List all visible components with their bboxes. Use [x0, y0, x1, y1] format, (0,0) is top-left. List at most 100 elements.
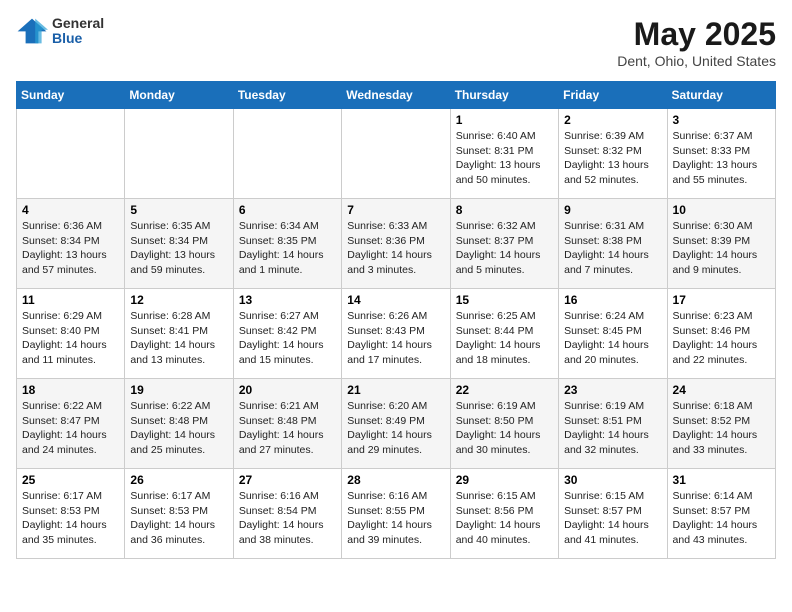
day-number: 20: [239, 383, 336, 397]
day-info: Sunrise: 6:19 AM Sunset: 8:50 PM Dayligh…: [456, 399, 553, 458]
day-info: Sunrise: 6:18 AM Sunset: 8:52 PM Dayligh…: [673, 399, 770, 458]
day-info: Sunrise: 6:21 AM Sunset: 8:48 PM Dayligh…: [239, 399, 336, 458]
day-number: 2: [564, 113, 661, 127]
day-cell: [17, 109, 125, 199]
day-info: Sunrise: 6:31 AM Sunset: 8:38 PM Dayligh…: [564, 219, 661, 278]
day-number: 10: [673, 203, 770, 217]
day-cell: [233, 109, 341, 199]
day-cell: 4 Sunrise: 6:36 AM Sunset: 8:34 PM Daylig…: [17, 199, 125, 289]
header-sunday: Sunday: [17, 82, 125, 109]
day-number: 23: [564, 383, 661, 397]
day-cell: 31 Sunrise: 6:14 AM Sunset: 8:57 PM Dayli…: [667, 469, 775, 559]
day-number: 17: [673, 293, 770, 307]
day-info: Sunrise: 6:17 AM Sunset: 8:53 PM Dayligh…: [22, 489, 119, 548]
day-info: Sunrise: 6:37 AM Sunset: 8:33 PM Dayligh…: [673, 129, 770, 188]
logo-icon: [16, 17, 48, 45]
day-info: Sunrise: 6:25 AM Sunset: 8:44 PM Dayligh…: [456, 309, 553, 368]
logo-blue-text: Blue: [52, 31, 104, 46]
day-info: Sunrise: 6:30 AM Sunset: 8:39 PM Dayligh…: [673, 219, 770, 278]
day-cell: 10 Sunrise: 6:30 AM Sunset: 8:39 PM Dayli…: [667, 199, 775, 289]
day-cell: 24 Sunrise: 6:18 AM Sunset: 8:52 PM Dayli…: [667, 379, 775, 469]
day-info: Sunrise: 6:19 AM Sunset: 8:51 PM Dayligh…: [564, 399, 661, 458]
day-info: Sunrise: 6:14 AM Sunset: 8:57 PM Dayligh…: [673, 489, 770, 548]
day-cell: [125, 109, 233, 199]
day-info: Sunrise: 6:36 AM Sunset: 8:34 PM Dayligh…: [22, 219, 119, 278]
header-saturday: Saturday: [667, 82, 775, 109]
day-cell: 13 Sunrise: 6:27 AM Sunset: 8:42 PM Dayli…: [233, 289, 341, 379]
day-info: Sunrise: 6:15 AM Sunset: 8:56 PM Dayligh…: [456, 489, 553, 548]
day-number: 7: [347, 203, 444, 217]
week-row-2: 4 Sunrise: 6:36 AM Sunset: 8:34 PM Daylig…: [17, 199, 776, 289]
day-number: 18: [22, 383, 119, 397]
day-info: Sunrise: 6:40 AM Sunset: 8:31 PM Dayligh…: [456, 129, 553, 188]
day-info: Sunrise: 6:16 AM Sunset: 8:54 PM Dayligh…: [239, 489, 336, 548]
week-row-3: 11 Sunrise: 6:29 AM Sunset: 8:40 PM Dayli…: [17, 289, 776, 379]
day-cell: [342, 109, 450, 199]
day-number: 8: [456, 203, 553, 217]
day-number: 13: [239, 293, 336, 307]
subtitle: Dent, Ohio, United States: [617, 53, 776, 69]
day-info: Sunrise: 6:35 AM Sunset: 8:34 PM Dayligh…: [130, 219, 227, 278]
day-cell: 29Sunrise: 6:15 AM Sunset: 8:56 PM Dayli…: [450, 469, 558, 559]
day-number: 22: [456, 383, 553, 397]
day-cell: 1 Sunrise: 6:40 AM Sunset: 8:31 PM Daylig…: [450, 109, 558, 199]
day-number: 15: [456, 293, 553, 307]
day-info: Sunrise: 6:32 AM Sunset: 8:37 PM Dayligh…: [456, 219, 553, 278]
day-info: Sunrise: 6:28 AM Sunset: 8:41 PM Dayligh…: [130, 309, 227, 368]
day-number: 28: [347, 473, 444, 487]
week-row-1: 1 Sunrise: 6:40 AM Sunset: 8:31 PM Daylig…: [17, 109, 776, 199]
day-cell: 26 Sunrise: 6:17 AM Sunset: 8:53 PM Dayli…: [125, 469, 233, 559]
main-title: May 2025: [617, 16, 776, 53]
day-cell: 12Sunrise: 6:28 AM Sunset: 8:41 PM Dayli…: [125, 289, 233, 379]
day-cell: 7 Sunrise: 6:33 AM Sunset: 8:36 PM Daylig…: [342, 199, 450, 289]
header-friday: Friday: [559, 82, 667, 109]
header-tuesday: Tuesday: [233, 82, 341, 109]
day-number: 3: [673, 113, 770, 127]
calendar-table: Sunday Monday Tuesday Wednesday Thursday…: [16, 81, 776, 559]
day-info: Sunrise: 6:33 AM Sunset: 8:36 PM Dayligh…: [347, 219, 444, 278]
day-number: 31: [673, 473, 770, 487]
day-info: Sunrise: 6:29 AM Sunset: 8:40 PM Dayligh…: [22, 309, 119, 368]
day-number: 11: [22, 293, 119, 307]
day-info: Sunrise: 6:16 AM Sunset: 8:55 PM Dayligh…: [347, 489, 444, 548]
page-header: General Blue May 2025 Dent, Ohio, United…: [16, 16, 776, 69]
day-number: 14: [347, 293, 444, 307]
day-number: 30: [564, 473, 661, 487]
logo-general-text: General: [52, 16, 104, 31]
day-number: 19: [130, 383, 227, 397]
day-cell: 16Sunrise: 6:24 AM Sunset: 8:45 PM Dayli…: [559, 289, 667, 379]
day-info: Sunrise: 6:22 AM Sunset: 8:48 PM Dayligh…: [130, 399, 227, 458]
day-info: Sunrise: 6:39 AM Sunset: 8:32 PM Dayligh…: [564, 129, 661, 188]
header-row: Sunday Monday Tuesday Wednesday Thursday…: [17, 82, 776, 109]
day-number: 9: [564, 203, 661, 217]
day-number: 1: [456, 113, 553, 127]
header-thursday: Thursday: [450, 82, 558, 109]
day-cell: 20 Sunrise: 6:21 AM Sunset: 8:48 PM Dayli…: [233, 379, 341, 469]
day-cell: 18 Sunrise: 6:22 AM Sunset: 8:47 PM Dayli…: [17, 379, 125, 469]
week-row-4: 18 Sunrise: 6:22 AM Sunset: 8:47 PM Dayli…: [17, 379, 776, 469]
day-cell: 6 Sunrise: 6:34 AM Sunset: 8:35 PM Daylig…: [233, 199, 341, 289]
day-cell: 2 Sunrise: 6:39 AM Sunset: 8:32 PM Daylig…: [559, 109, 667, 199]
day-cell: 14Sunrise: 6:26 AM Sunset: 8:43 PM Dayli…: [342, 289, 450, 379]
day-info: Sunrise: 6:27 AM Sunset: 8:42 PM Dayligh…: [239, 309, 336, 368]
day-number: 26: [130, 473, 227, 487]
day-number: 6: [239, 203, 336, 217]
day-number: 27: [239, 473, 336, 487]
day-info: Sunrise: 6:34 AM Sunset: 8:35 PM Dayligh…: [239, 219, 336, 278]
day-cell: 5Sunrise: 6:35 AM Sunset: 8:34 PM Daylig…: [125, 199, 233, 289]
header-monday: Monday: [125, 82, 233, 109]
day-number: 21: [347, 383, 444, 397]
calendar-header: Sunday Monday Tuesday Wednesday Thursday…: [17, 82, 776, 109]
day-info: Sunrise: 6:20 AM Sunset: 8:49 PM Dayligh…: [347, 399, 444, 458]
day-cell: 23 Sunrise: 6:19 AM Sunset: 8:51 PM Dayli…: [559, 379, 667, 469]
day-cell: 27 Sunrise: 6:16 AM Sunset: 8:54 PM Dayli…: [233, 469, 341, 559]
day-info: Sunrise: 6:17 AM Sunset: 8:53 PM Dayligh…: [130, 489, 227, 548]
day-cell: 19 Sunrise: 6:22 AM Sunset: 8:48 PM Dayli…: [125, 379, 233, 469]
day-cell: 21 Sunrise: 6:20 AM Sunset: 8:49 PM Dayli…: [342, 379, 450, 469]
day-cell: 17Sunrise: 6:23 AM Sunset: 8:46 PM Dayli…: [667, 289, 775, 379]
day-info: Sunrise: 6:22 AM Sunset: 8:47 PM Dayligh…: [22, 399, 119, 458]
day-number: 4: [22, 203, 119, 217]
day-cell: 8 Sunrise: 6:32 AM Sunset: 8:37 PM Daylig…: [450, 199, 558, 289]
day-cell: 15 Sunrise: 6:25 AM Sunset: 8:44 PM Dayli…: [450, 289, 558, 379]
day-number: 24: [673, 383, 770, 397]
